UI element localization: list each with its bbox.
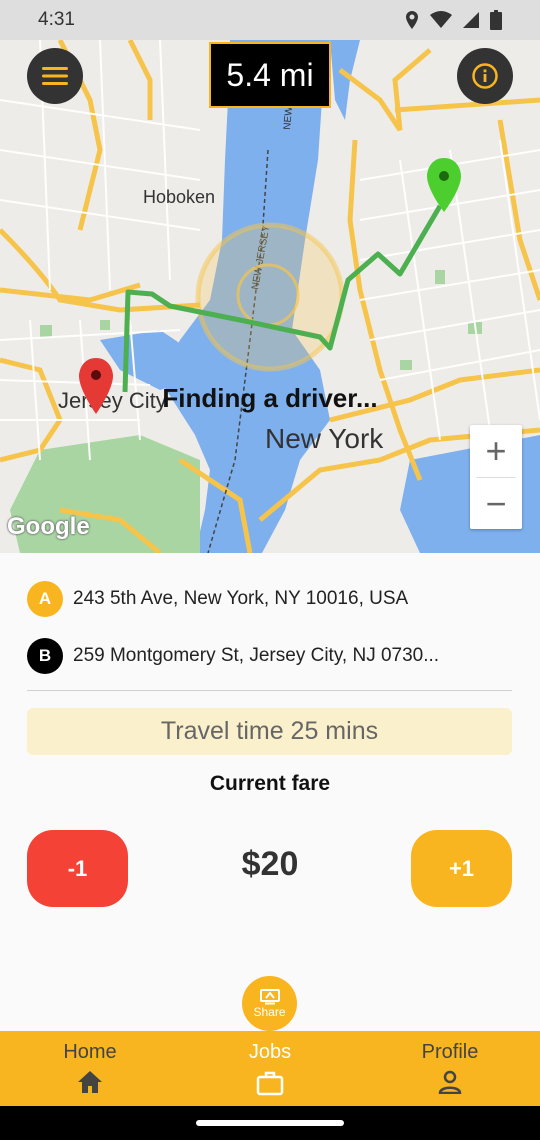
hamburger-icon — [42, 67, 68, 85]
home-icon — [78, 1071, 102, 1093]
route-map[interactable]: Hoboken Jersey City New York NEW JERSEY … — [0, 40, 540, 553]
share-label: Share — [253, 1004, 286, 1019]
pickup-badge: A — [27, 581, 63, 617]
info-icon — [472, 63, 498, 89]
bottom-navigation: Home Jobs Profile — [0, 1031, 540, 1106]
google-attribution: Google — [7, 513, 90, 540]
pickup-address[interactable]: A 243 5th Ave, New York, NY 10016, USA — [27, 581, 408, 617]
briefcase-icon — [256, 1071, 284, 1096]
wifi-icon — [430, 11, 452, 28]
zoom-in-button[interactable]: + — [470, 425, 522, 477]
map-label-new-river: NEW — [282, 106, 295, 131]
map-canvas: Hoboken Jersey City New York NEW JERSEY … — [0, 40, 540, 553]
dropoff-badge: B — [27, 638, 63, 674]
fare-value: $20 — [241, 845, 299, 883]
gesture-handle[interactable] — [196, 1120, 344, 1126]
zoom-out-button[interactable]: − — [470, 478, 522, 530]
nav-profile-label: Profile — [421, 1041, 479, 1063]
map-label-new-york: New York — [265, 423, 384, 454]
decrease-fare-button[interactable]: -1 — [27, 830, 128, 907]
ride-request-screen: 4:31 Hoboken Jersey City New York NEW JE… — [0, 0, 540, 1140]
distance-badge: 5.4 mi — [209, 42, 331, 108]
dropoff-address[interactable]: B 259 Montgomery St, Jersey City, NJ 073… — [27, 638, 439, 674]
pickup-address-text: 243 5th Ave, New York, NY 10016, USA — [73, 588, 409, 609]
address-divider — [27, 690, 512, 691]
travel-time-banner: Travel time 25 mins — [27, 708, 512, 755]
status-bar: 4:31 — [0, 0, 540, 40]
nav-home[interactable]: Home — [0, 1031, 180, 1106]
location-icon — [406, 11, 418, 29]
map-label-hoboken: Hoboken — [143, 187, 215, 207]
nav-home-label: Home — [63, 1041, 117, 1063]
info-button[interactable] — [457, 48, 513, 104]
battery-icon — [490, 10, 502, 30]
signal-icon — [463, 12, 479, 28]
increase-fare-button[interactable]: +1 — [411, 830, 512, 907]
status-icons — [404, 10, 502, 30]
zoom-controls: + − — [470, 425, 522, 529]
nav-jobs[interactable]: Jobs — [180, 1031, 360, 1106]
fare-label: Current fare — [209, 772, 331, 795]
status-time: 4:31 — [38, 9, 75, 30]
share-button[interactable]: Share — [242, 976, 297, 1031]
person-icon — [438, 1070, 462, 1094]
nav-profile[interactable]: Profile — [360, 1031, 540, 1106]
dropoff-address-text: 259 Montgomery St, Jersey City, NJ 0730.… — [73, 645, 440, 666]
finding-driver-text: Finding a driver... — [162, 383, 378, 413]
nav-jobs-label: Jobs — [248, 1041, 292, 1063]
menu-button[interactable] — [27, 48, 83, 104]
share-screen-icon — [259, 988, 280, 1004]
